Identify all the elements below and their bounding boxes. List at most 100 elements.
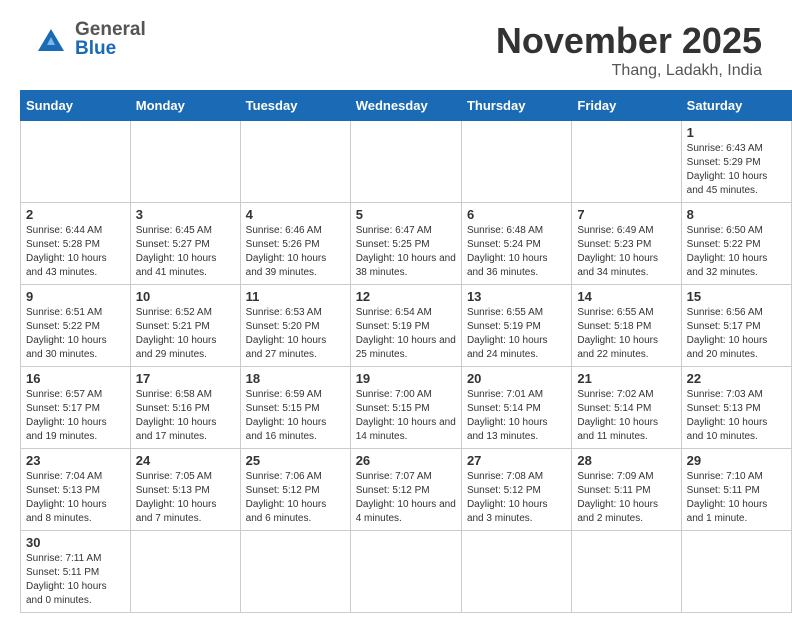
day-info: Sunrise: 7:03 AM Sunset: 5:13 PM Dayligh… bbox=[687, 388, 786, 444]
calendar-row: 1 Sunrise: 6:43 AM Sunset: 5:29 PM Daylig… bbox=[21, 121, 792, 203]
day-number: 4 bbox=[246, 207, 345, 222]
table-row: 6Sunrise: 6:48 AM Sunset: 5:24 PM Daylig… bbox=[461, 203, 571, 285]
day-number: 26 bbox=[356, 453, 456, 468]
day-info: Sunrise: 6:45 AM Sunset: 5:27 PM Dayligh… bbox=[136, 224, 235, 280]
table-row: 13Sunrise: 6:55 AM Sunset: 5:19 PM Dayli… bbox=[461, 285, 571, 367]
day-number: 16 bbox=[26, 371, 125, 386]
table-row: 19 Sunrise: 7:00 AM Sunset: 5:15 PM Dayli… bbox=[350, 367, 461, 449]
day-info: Sunrise: 6:54 AM Sunset: 5:19 PM Dayligh… bbox=[356, 306, 456, 362]
day-info: Sunrise: 7:11 AM Sunset: 5:11 PM Dayligh… bbox=[26, 552, 125, 608]
calendar-body: 1 Sunrise: 6:43 AM Sunset: 5:29 PM Daylig… bbox=[21, 121, 792, 613]
table-row: 27 Sunrise: 7:08 AM Sunset: 5:12 PM Dayli… bbox=[461, 449, 571, 531]
day-info: Sunrise: 6:53 AM Sunset: 5:20 PM Dayligh… bbox=[246, 306, 345, 362]
day-number: 22 bbox=[687, 371, 786, 386]
table-row: 29Sunrise: 7:10 AM Sunset: 5:11 PM Dayli… bbox=[681, 449, 791, 531]
day-number: 25 bbox=[246, 453, 345, 468]
day-info: Sunrise: 6:57 AM Sunset: 5:17 PM Dayligh… bbox=[26, 388, 125, 444]
day-number: 6 bbox=[467, 207, 566, 222]
day-number: 28 bbox=[577, 453, 675, 468]
table-row bbox=[240, 531, 350, 613]
day-number: 14 bbox=[577, 289, 675, 304]
day-number: 9 bbox=[26, 289, 125, 304]
day-info: Sunrise: 6:44 AM Sunset: 5:28 PM Dayligh… bbox=[26, 224, 125, 280]
table-row: 23Sunrise: 7:04 AM Sunset: 5:13 PM Dayli… bbox=[21, 449, 131, 531]
calendar-table: Sunday Monday Tuesday Wednesday Thursday… bbox=[20, 90, 792, 613]
month-title: November 2025 bbox=[496, 20, 762, 62]
table-row: 9 Sunrise: 6:51 AM Sunset: 5:22 PM Daylig… bbox=[21, 285, 131, 367]
day-info: Sunrise: 6:51 AM Sunset: 5:22 PM Dayligh… bbox=[26, 306, 125, 362]
day-info: Sunrise: 7:01 AM Sunset: 5:14 PM Dayligh… bbox=[467, 388, 566, 444]
day-info: Sunrise: 6:58 AM Sunset: 5:16 PM Dayligh… bbox=[136, 388, 235, 444]
day-info: Sunrise: 6:49 AM Sunset: 5:23 PM Dayligh… bbox=[577, 224, 675, 280]
day-number: 11 bbox=[246, 289, 345, 304]
table-row bbox=[130, 531, 240, 613]
calendar-row: 23Sunrise: 7:04 AM Sunset: 5:13 PM Dayli… bbox=[21, 449, 792, 531]
table-row bbox=[130, 121, 240, 203]
day-number: 2 bbox=[26, 207, 125, 222]
day-info: Sunrise: 7:02 AM Sunset: 5:14 PM Dayligh… bbox=[577, 388, 675, 444]
table-row bbox=[240, 121, 350, 203]
day-number: 20 bbox=[467, 371, 566, 386]
table-row: 21 Sunrise: 7:02 AM Sunset: 5:14 PM Dayli… bbox=[572, 367, 681, 449]
table-row bbox=[350, 121, 461, 203]
day-info: Sunrise: 7:09 AM Sunset: 5:11 PM Dayligh… bbox=[577, 470, 675, 526]
calendar-row: 16 Sunrise: 6:57 AM Sunset: 5:17 PM Dayli… bbox=[21, 367, 792, 449]
calendar-wrapper: Sunday Monday Tuesday Wednesday Thursday… bbox=[0, 90, 792, 623]
day-info: Sunrise: 7:05 AM Sunset: 5:13 PM Dayligh… bbox=[136, 470, 235, 526]
calendar-row: 30 Sunrise: 7:11 AM Sunset: 5:11 PM Dayli… bbox=[21, 531, 792, 613]
day-number: 13 bbox=[467, 289, 566, 304]
table-row: 24 Sunrise: 7:05 AM Sunset: 5:13 PM Dayli… bbox=[130, 449, 240, 531]
table-row: 26 Sunrise: 7:07 AM Sunset: 5:12 PM Dayli… bbox=[350, 449, 461, 531]
day-info: Sunrise: 7:00 AM Sunset: 5:15 PM Dayligh… bbox=[356, 388, 456, 444]
table-row: 10Sunrise: 6:52 AM Sunset: 5:21 PM Dayli… bbox=[130, 285, 240, 367]
table-row: 18Sunrise: 6:59 AM Sunset: 5:15 PM Dayli… bbox=[240, 367, 350, 449]
day-info: Sunrise: 7:08 AM Sunset: 5:12 PM Dayligh… bbox=[467, 470, 566, 526]
table-row bbox=[350, 531, 461, 613]
col-thursday: Thursday bbox=[461, 91, 571, 121]
day-info: Sunrise: 6:55 AM Sunset: 5:18 PM Dayligh… bbox=[577, 306, 675, 362]
calendar-header: Sunday Monday Tuesday Wednesday Thursday… bbox=[21, 91, 792, 121]
table-row: 11 Sunrise: 6:53 AM Sunset: 5:20 PM Dayli… bbox=[240, 285, 350, 367]
day-number: 8 bbox=[687, 207, 786, 222]
day-number: 10 bbox=[136, 289, 235, 304]
calendar-row: 9 Sunrise: 6:51 AM Sunset: 5:22 PM Daylig… bbox=[21, 285, 792, 367]
col-sunday: Sunday bbox=[21, 91, 131, 121]
day-number: 21 bbox=[577, 371, 675, 386]
logo-general-text: General bbox=[75, 19, 146, 40]
table-row: 22 Sunrise: 7:03 AM Sunset: 5:13 PM Dayli… bbox=[681, 367, 791, 449]
day-info: Sunrise: 6:46 AM Sunset: 5:26 PM Dayligh… bbox=[246, 224, 345, 280]
day-number: 1 bbox=[687, 125, 786, 140]
table-row: 28 Sunrise: 7:09 AM Sunset: 5:11 PM Dayli… bbox=[572, 449, 681, 531]
table-row bbox=[21, 121, 131, 203]
day-number: 5 bbox=[356, 207, 456, 222]
table-row bbox=[461, 531, 571, 613]
day-number: 7 bbox=[577, 207, 675, 222]
day-number: 3 bbox=[136, 207, 235, 222]
col-friday: Friday bbox=[572, 91, 681, 121]
day-info: Sunrise: 7:07 AM Sunset: 5:12 PM Dayligh… bbox=[356, 470, 456, 526]
day-number: 15 bbox=[687, 289, 786, 304]
day-number: 17 bbox=[136, 371, 235, 386]
day-info: Sunrise: 6:43 AM Sunset: 5:29 PM Dayligh… bbox=[687, 142, 786, 198]
day-info: Sunrise: 7:06 AM Sunset: 5:12 PM Dayligh… bbox=[246, 470, 345, 526]
day-number: 19 bbox=[356, 371, 456, 386]
table-row: 1 Sunrise: 6:43 AM Sunset: 5:29 PM Daylig… bbox=[681, 121, 791, 203]
table-row: 12 Sunrise: 6:54 AM Sunset: 5:19 PM Dayli… bbox=[350, 285, 461, 367]
day-number: 27 bbox=[467, 453, 566, 468]
location: Thang, Ladakh, India bbox=[496, 62, 762, 80]
day-number: 29 bbox=[687, 453, 786, 468]
table-row: 5 Sunrise: 6:47 AM Sunset: 5:25 PM Daylig… bbox=[350, 203, 461, 285]
day-number: 30 bbox=[26, 535, 125, 550]
table-row bbox=[572, 121, 681, 203]
day-number: 12 bbox=[356, 289, 456, 304]
col-wednesday: Wednesday bbox=[350, 91, 461, 121]
col-tuesday: Tuesday bbox=[240, 91, 350, 121]
table-row: 15Sunrise: 6:56 AM Sunset: 5:17 PM Dayli… bbox=[681, 285, 791, 367]
table-row: 16 Sunrise: 6:57 AM Sunset: 5:17 PM Dayli… bbox=[21, 367, 131, 449]
table-row: 17 Sunrise: 6:58 AM Sunset: 5:16 PM Dayli… bbox=[130, 367, 240, 449]
day-info: Sunrise: 6:47 AM Sunset: 5:25 PM Dayligh… bbox=[356, 224, 456, 280]
table-row: 25 Sunrise: 7:06 AM Sunset: 5:12 PM Dayli… bbox=[240, 449, 350, 531]
logo: General Blue bbox=[30, 20, 146, 58]
day-number: 24 bbox=[136, 453, 235, 468]
col-saturday: Saturday bbox=[681, 91, 791, 121]
